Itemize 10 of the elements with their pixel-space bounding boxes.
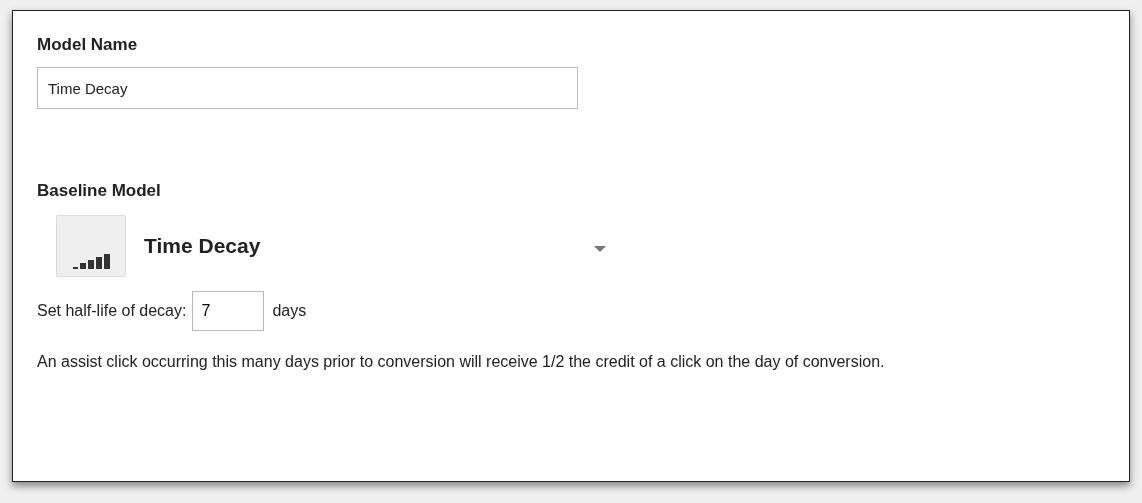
unit-label: days (272, 302, 307, 320)
model-name-field[interactable]: Time Decay (37, 67, 578, 109)
half-life-field[interactable]: 7 (192, 291, 265, 331)
caret-icon (594, 246, 606, 252)
model-icon (56, 215, 126, 277)
model-dropdown[interactable]: Time Decay (56, 215, 606, 277)
field-label: Set half-life of decay: (37, 302, 187, 320)
field-label: Model Name (37, 35, 139, 55)
field-label: Baseline Model (37, 181, 162, 201)
description-text: An assist click occurring this many days prior to conversion will receive 1/2 the credit of a click on the day of conversion. (37, 352, 886, 372)
